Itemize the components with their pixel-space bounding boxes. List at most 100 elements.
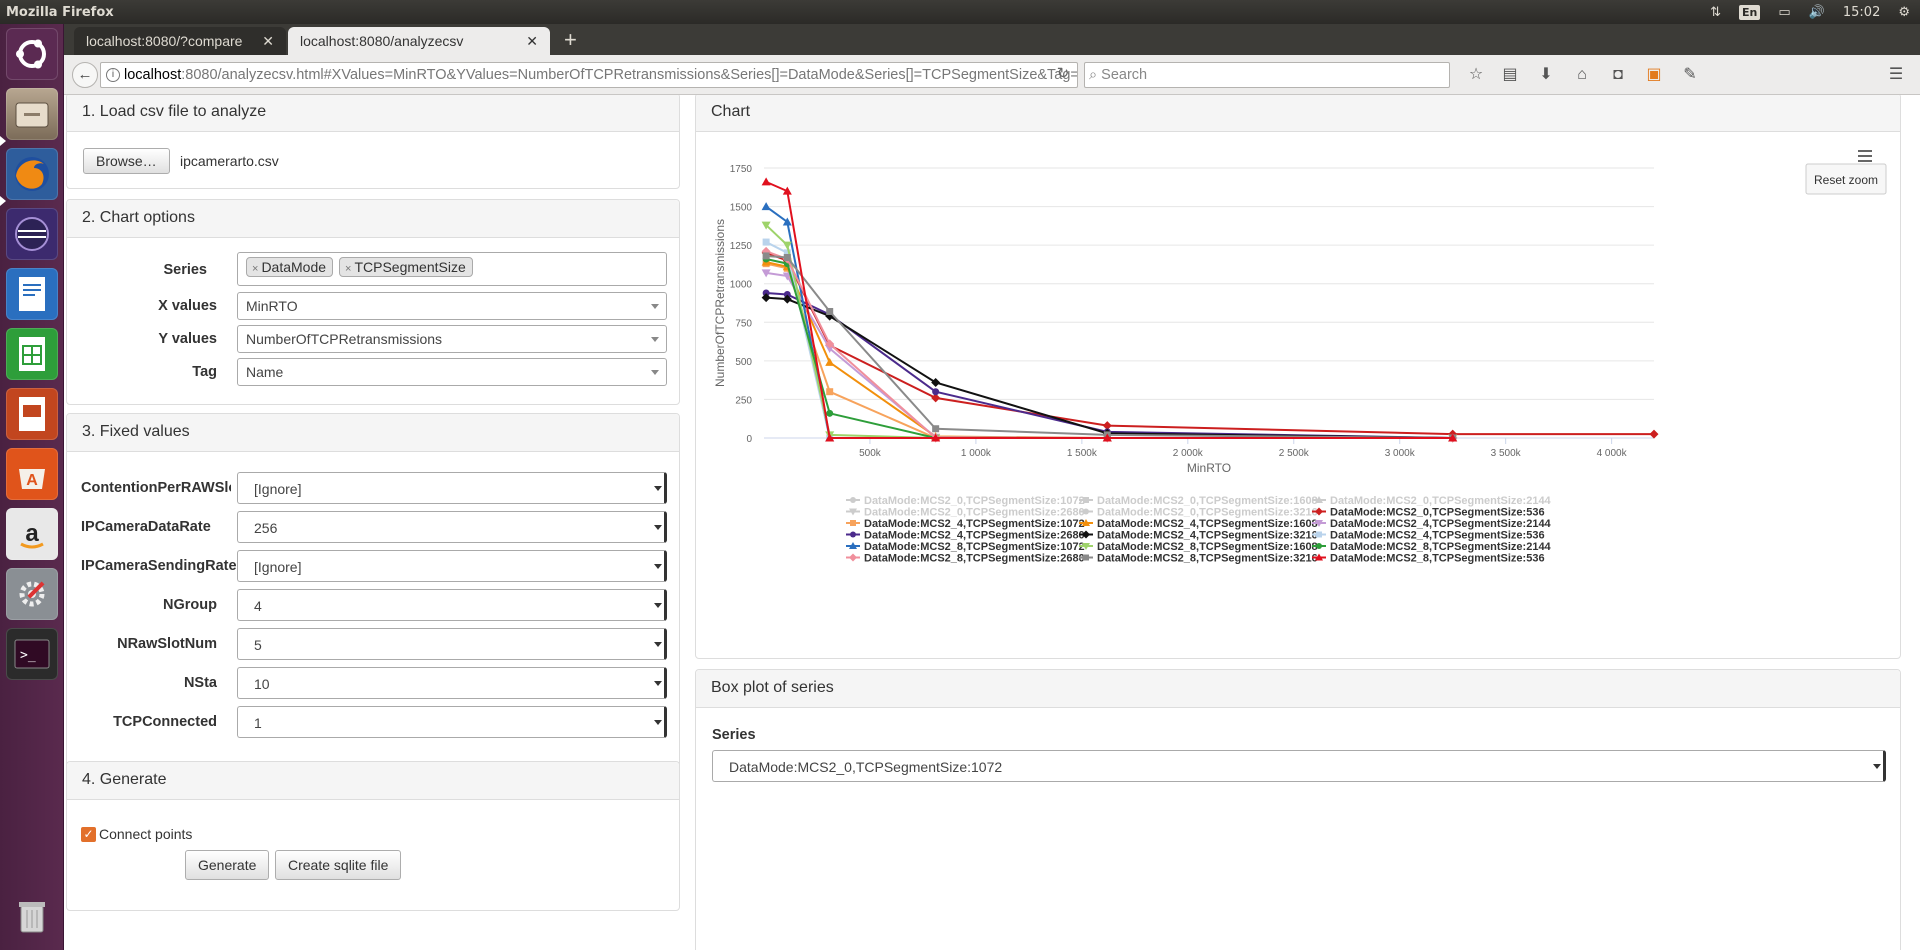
legend-item[interactable]: DataMode:MCS2_4,TCPSegmentSize:2680 — [846, 530, 1085, 542]
battery-icon[interactable]: ▭ — [1778, 5, 1790, 20]
legend-item[interactable]: DataMode:MCS2_4,TCPSegmentSize:1072 — [846, 518, 1085, 530]
fixed-value-select[interactable]: 4 — [237, 589, 667, 621]
reset-zoom-button[interactable]: Reset zoom — [1805, 163, 1887, 195]
fixed-value-select[interactable]: 10 — [237, 667, 667, 699]
system-settings-icon[interactable] — [6, 568, 58, 620]
tab-compare[interactable]: localhost:8080/?compare ✕ — [74, 27, 286, 55]
line-chart[interactable]: 0 250 500 750 1000 1250 1500 1750 500k 1 000k 1 50… — [696, 132, 1900, 658]
legend-item[interactable]: DataMode:MCS2_4,TCPSegmentSize:2144 — [1312, 518, 1552, 530]
downloads-arrow-icon[interactable]: ⬇ — [1534, 63, 1558, 87]
tab-analyzecsv[interactable]: localhost:8080/analyzecsv ✕ — [288, 27, 550, 55]
legend-item[interactable]: DataMode:MCS2_0,TCPSegmentSize:1072 — [846, 495, 1085, 507]
series-path — [766, 296, 1453, 439]
keyboard-language-indicator[interactable]: En — [1739, 4, 1761, 20]
eclipse-icon[interactable] — [6, 208, 58, 260]
context-menu-icon[interactable] — [1856, 150, 1874, 164]
terminal-icon[interactable]: >_ — [6, 628, 58, 680]
legend-item[interactable]: DataMode:MCS2_4,TCPSegmentSize:1608 — [1079, 518, 1318, 530]
trash-icon[interactable] — [6, 890, 58, 942]
close-icon[interactable]: ✕ — [520, 33, 538, 50]
ubuntu-dash-icon[interactable] — [6, 28, 58, 80]
network-transfer-icon[interactable]: ⇅ — [1710, 5, 1721, 20]
legend-item[interactable]: DataMode:MCS2_8,TCPSegmentSize:2680 — [846, 553, 1085, 565]
hamburger-menu-icon[interactable]: ☰ — [1884, 63, 1908, 87]
y-tick-label: 1500 — [730, 203, 753, 214]
clock[interactable]: 15:02 — [1843, 5, 1880, 20]
fixed-value-select[interactable]: 1 — [237, 706, 667, 738]
session-gear-icon[interactable]: ⚙ — [1898, 5, 1910, 20]
impress-icon[interactable] — [6, 388, 58, 440]
navigation-toolbar: ← i localhost:8080/analyzecsv.html#XValue… — [64, 55, 1920, 95]
series-multiselect[interactable]: × DataMode × TCPSegmentSize — [237, 252, 667, 286]
series-chip-tcpsegmentsize[interactable]: × TCPSegmentSize — [339, 257, 473, 277]
remove-chip-icon[interactable]: × — [252, 263, 258, 275]
legend-item[interactable]: DataMode:MCS2_8,TCPSegmentSize:2144 — [1312, 541, 1552, 553]
browse-button-label[interactable]: Browse… — [83, 148, 170, 174]
fixed-value-select[interactable]: 5 — [237, 628, 667, 660]
y-values-select[interactable]: NumberOfTCPRetransmissions — [237, 325, 667, 353]
connect-points-checkbox[interactable]: ✓ — [81, 826, 96, 842]
pocket-icon[interactable]: ◘ — [1606, 63, 1630, 87]
reading-list-icon[interactable]: ▤ — [1498, 63, 1522, 87]
software-center-icon[interactable]: A — [6, 448, 58, 500]
home-icon[interactable]: ⌂ — [1570, 63, 1594, 87]
amazon-icon[interactable]: a — [6, 508, 58, 560]
panel-title: 1. Load csv file to analyze — [67, 95, 679, 132]
fixed-value-select[interactable]: [Ignore] — [237, 472, 667, 504]
series-line — [761, 202, 1458, 442]
x-tick-label: 1 500k — [1067, 448, 1098, 459]
back-arrow-icon[interactable]: ← — [72, 62, 98, 88]
remove-chip-icon[interactable]: × — [345, 263, 351, 275]
firefox-icon[interactable] — [6, 148, 58, 200]
series-line — [762, 252, 1457, 442]
legend-item[interactable]: DataMode:MCS2_0,TCPSegmentSize:2144 — [1312, 495, 1552, 507]
load-csv-panel: 1. Load csv file to analyze Browse… ipca… — [66, 95, 680, 189]
chevron-down-icon — [654, 642, 662, 647]
legend-item[interactable]: DataMode:MCS2_4,TCPSegmentSize:536 — [1312, 530, 1545, 542]
panel-title: 4. Generate — [67, 762, 679, 800]
generate-button[interactable]: Generate — [185, 850, 270, 880]
volume-icon[interactable]: 🔊 — [1809, 5, 1825, 20]
connect-points-option[interactable]: ✓ Connect points — [81, 826, 192, 842]
legend-item[interactable]: DataMode:MCS2_0,TCPSegmentSize:2680 — [846, 507, 1085, 519]
tag-select[interactable]: Name — [237, 358, 667, 386]
legend-item[interactable]: DataMode:MCS2_8,TCPSegmentSize:1072 — [846, 541, 1085, 553]
chart-series — [761, 177, 1659, 443]
x-values-select[interactable]: MinRTO — [237, 292, 667, 320]
legend-item[interactable]: DataMode:MCS2_0,TCPSegmentSize:536 — [1312, 507, 1545, 519]
fixed-label: NGroup — [163, 597, 217, 613]
writer-icon[interactable] — [6, 268, 58, 320]
y-axis-title: NumberOfTCPRetransmissions — [713, 219, 727, 387]
fixed-value-select[interactable]: 256 — [237, 511, 667, 543]
legend-item[interactable]: DataMode:MCS2_8,TCPSegmentSize:3216 — [1079, 553, 1318, 565]
legend-item[interactable]: DataMode:MCS2_8,TCPSegmentSize:1608 — [1079, 541, 1318, 553]
legend-label: DataMode:MCS2_0,TCPSegmentSize:1608 — [1097, 495, 1318, 507]
fixed-label: TCPConnected — [113, 714, 217, 730]
tag-label: Tag — [192, 364, 217, 380]
legend-item[interactable]: DataMode:MCS2_0,TCPSegmentSize:1608 — [1079, 495, 1318, 507]
chevron-down-icon — [651, 337, 659, 342]
new-tab-plus-icon[interactable]: + — [564, 26, 577, 54]
reload-icon[interactable]: ↻ — [1052, 63, 1074, 85]
bookmark-star-icon[interactable]: ☆ — [1464, 63, 1488, 87]
search-input[interactable]: ⌕ Search — [1084, 62, 1450, 88]
fixed-value-select[interactable]: [Ignore] — [237, 550, 667, 582]
search-placeholder: Search — [1101, 67, 1148, 83]
boxplot-series-select[interactable]: DataMode:MCS2_0,TCPSegmentSize:1072 — [712, 750, 1886, 782]
chart-options-panel: 2. Chart options Series × DataMode × TCPSeg… — [66, 199, 680, 405]
extension-addon-icon[interactable]: ▣ — [1642, 63, 1666, 87]
files-icon[interactable] — [6, 88, 58, 140]
data-point — [1316, 531, 1322, 538]
close-icon[interactable]: ✕ — [256, 33, 274, 50]
calc-icon[interactable] — [6, 328, 58, 380]
x-tick-label: 1 000k — [961, 448, 992, 459]
extension-tools-icon[interactable]: ✎ — [1678, 63, 1702, 87]
legend-item[interactable]: DataMode:MCS2_4,TCPSegmentSize:3216 — [1079, 530, 1318, 542]
browse-button[interactable]: Browse… — [83, 148, 170, 174]
url-bar[interactable]: i localhost:8080/analyzecsv.html#XValues=… — [100, 62, 1078, 88]
site-info-icon[interactable]: i — [106, 68, 120, 83]
legend-item[interactable]: DataMode:MCS2_8,TCPSegmentSize:536 — [1312, 553, 1545, 565]
series-chip-datamode[interactable]: × DataMode — [246, 257, 334, 277]
create-sqlite-button[interactable]: Create sqlite file — [275, 850, 402, 880]
legend-item[interactable]: DataMode:MCS2_0,TCPSegmentSize:3216 — [1079, 507, 1318, 519]
